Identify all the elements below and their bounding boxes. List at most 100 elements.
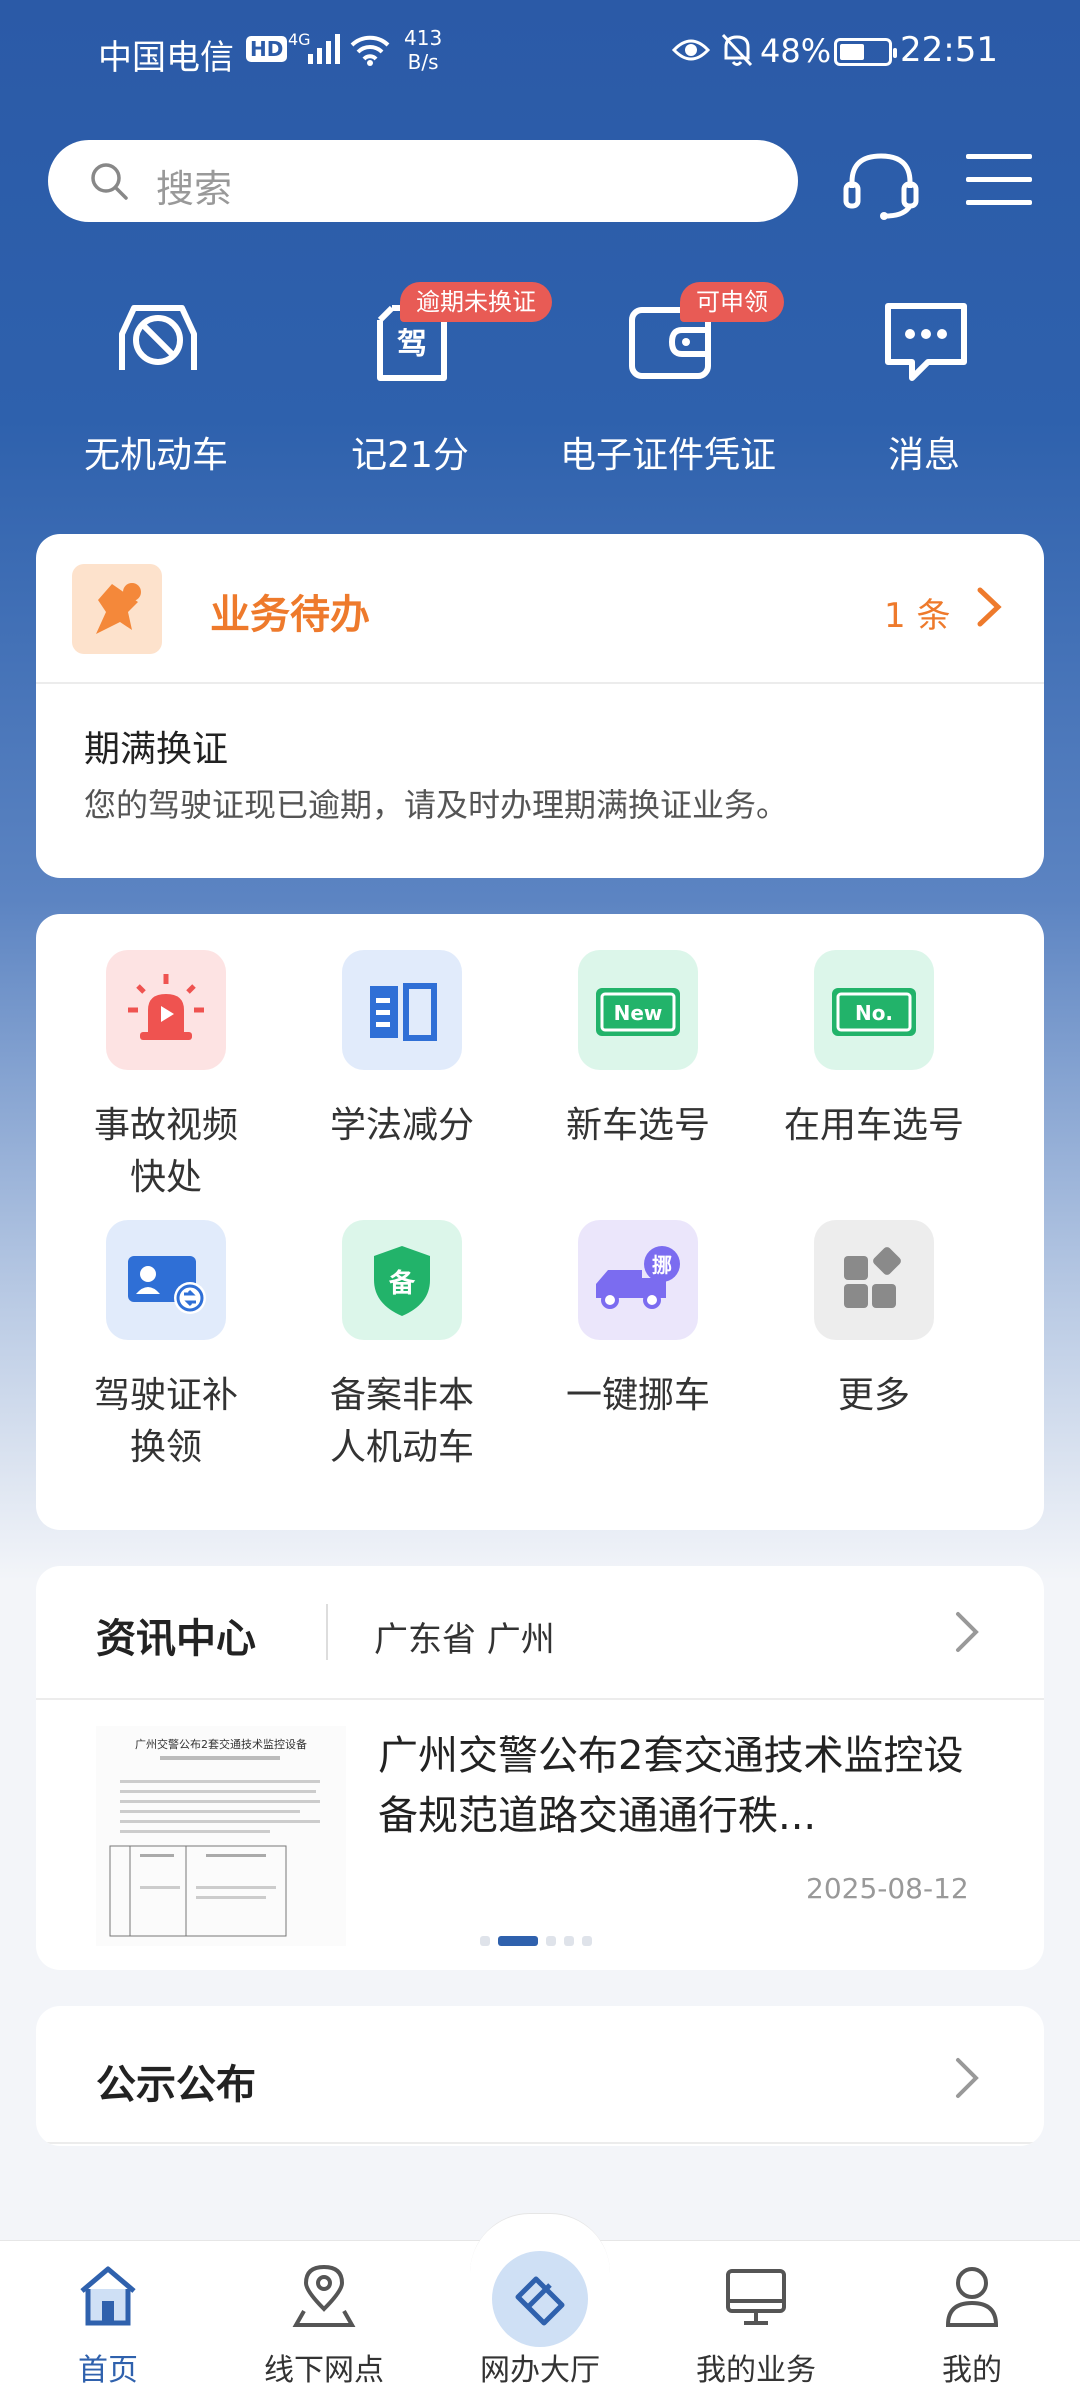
alarm-light-icon (106, 950, 226, 1070)
move-car-icon: 挪 (578, 1220, 698, 1340)
carousel-dot-active (498, 1936, 538, 1946)
chevron-right-icon[interactable] (954, 1610, 980, 1654)
car-crossed-icon (119, 305, 197, 370)
service-label: 事故视频 快处 (93, 1105, 238, 1198)
search-bar[interactable]: 搜索 (48, 140, 798, 222)
svg-text:备: 备 (388, 1269, 416, 1299)
divider (36, 1698, 1044, 1700)
service-license-renew[interactable]: 驾驶证补 换领 (48, 1220, 284, 1468)
carousel-dot (564, 1936, 574, 1946)
svg-text:New: New (614, 1001, 663, 1025)
home-icon (80, 2266, 136, 2326)
clock: 22:51 (900, 30, 998, 70)
quick-action-label: 消息 (887, 435, 960, 476)
service-study-law[interactable]: 学法减分 (284, 950, 520, 1190)
tab-label: 首页 (78, 2353, 138, 2388)
notice-card[interactable]: 公示公布 (36, 2006, 1044, 2146)
tab-label: 我的业务 (696, 2353, 816, 2388)
tab-profile[interactable]: 我的 (864, 2261, 1080, 2391)
service-used-car-plate[interactable]: No. 在用车选号 (756, 950, 992, 1190)
svg-text:挪: 挪 (652, 1253, 672, 1277)
hd-badge: HD (246, 36, 288, 62)
notice-title: 公示公布 (96, 2062, 256, 2108)
chevron-right-icon[interactable] (954, 2056, 980, 2100)
service-register-vehicle[interactable]: 备 备案非本 人机动车 (284, 1220, 520, 1468)
tab-home[interactable]: 首页 (0, 2261, 216, 2391)
wifi-icon (350, 35, 390, 66)
service-label: 更多 (837, 1375, 910, 1416)
quick-action-label: 记21分 (351, 435, 469, 476)
divider (36, 682, 1044, 684)
service-grid: 事故视频 快处 学法减分 New 新车选号 No. 在用车选号 驾驶证补 换领 … (36, 914, 1044, 1530)
tab-label: 我的 (942, 2353, 1002, 2388)
speed-unit: B/s (407, 50, 439, 74)
service-accident-video[interactable]: 事故视频 快处 (48, 950, 284, 1198)
carousel-indicator (480, 1936, 640, 1948)
quick-action-e-certificate[interactable]: 可申领 电子证件凭证 (548, 282, 788, 480)
carousel-dot (546, 1936, 556, 1946)
thumb-title: 广州交警公布2套交通技术监控设备 (135, 1737, 307, 1751)
news-location[interactable]: 广东省 广州 (374, 1612, 555, 1661)
more-apps-icon (814, 1220, 934, 1340)
svg-text:No.: No. (855, 1001, 893, 1025)
news-card[interactable]: 资讯中心 广东省 广州 广州交警公布2套交通技术监控设备 广州交警公布2套交通技… (36, 1566, 1044, 1970)
customer-service-icon[interactable] (842, 148, 920, 222)
quick-action-label: 无机动车 (83, 435, 228, 476)
carousel-dot (480, 1936, 490, 1946)
quick-action-messages[interactable]: 消息 (804, 290, 1044, 480)
quick-action-points[interactable]: 驾 逾期未换证 记21分 (290, 282, 552, 480)
service-more[interactable]: 更多 (756, 1220, 992, 1460)
available-badge: 可申领 (680, 282, 784, 322)
speed-value: 413 (404, 26, 443, 50)
user-icon (945, 2267, 999, 2327)
service-label: 驾驶证补 换领 (93, 1375, 238, 1468)
tab-online-hall[interactable]: 网办大厅 (432, 2251, 648, 2391)
carrier-label: 中国电信 (98, 38, 234, 78)
plate-number-icon: No. (814, 950, 934, 1070)
signal-icon (308, 34, 340, 64)
tab-label: 线下网点 (264, 2353, 384, 2388)
status-bar: 中国电信 HD 4G 413 B/s 48% 22:51 (0, 0, 1080, 110)
news-thumbnail[interactable]: 广州交警公布2套交通技术监控设备 (96, 1726, 346, 1946)
service-label: 学法减分 (329, 1105, 474, 1146)
overdue-badge: 逾期未换证 (400, 282, 552, 322)
pin-icon (72, 564, 162, 654)
menu-icon[interactable] (964, 152, 1034, 208)
tab-label: 网办大厅 (480, 2353, 600, 2388)
search-placeholder: 搜索 (156, 167, 233, 211)
service-label: 新车选号 (565, 1105, 710, 1146)
service-new-car-plate[interactable]: New 新车选号 (520, 950, 756, 1190)
service-label: 一键挪车 (565, 1375, 710, 1416)
separator (326, 1604, 328, 1660)
shield-icon: 备 (342, 1220, 462, 1340)
message-icon (885, 303, 967, 381)
tab-offline-outlets[interactable]: 线下网点 (216, 2261, 432, 2391)
carousel-dot (582, 1936, 592, 1946)
divider (36, 2142, 1044, 2144)
tab-my-business[interactable]: 我的业务 (648, 2261, 864, 2391)
license-renew-icon (106, 1220, 226, 1340)
quick-action-no-vehicle[interactable]: 无机动车 (36, 290, 276, 480)
network-speed: 413 B/s (404, 26, 442, 74)
battery-icon (834, 38, 897, 66)
service-move-car[interactable]: 挪 一键挪车 (520, 1220, 756, 1460)
news-date: 2025-08-12 (806, 1872, 969, 1905)
svg-text:驾: 驾 (397, 327, 427, 362)
monitor-icon (726, 2269, 786, 2325)
chevron-right-icon (977, 587, 1002, 627)
book-icon (342, 950, 462, 1070)
new-plate-icon: New (578, 950, 698, 1070)
map-pin-icon (292, 2264, 356, 2327)
quick-action-label: 电子证件凭证 (559, 435, 776, 476)
todo-item-description: 您的驾驶证现已逾期，请及时办理期满换证业务。 (84, 786, 789, 824)
bell-muted-icon (721, 33, 753, 67)
bottom-tab-bar: 首页 线下网点 网办大厅 我的业务 我的 (0, 2213, 1080, 2400)
todo-card[interactable]: 业务待办 1 条 期满换证 您的驾驶证现已逾期，请及时办理期满换证业务。 (36, 534, 1044, 878)
battery-percent: 48% (760, 32, 832, 70)
todo-item-title: 期满换证 (84, 729, 229, 770)
eye-icon (672, 39, 710, 61)
news-headline[interactable]: 广州交警公布2套交通技术监控设备规范道路交通通行秩... (378, 1726, 998, 1846)
todo-title: 业务待办 (210, 592, 370, 638)
search-icon (91, 163, 128, 200)
todo-count: 1 条 (884, 596, 951, 636)
